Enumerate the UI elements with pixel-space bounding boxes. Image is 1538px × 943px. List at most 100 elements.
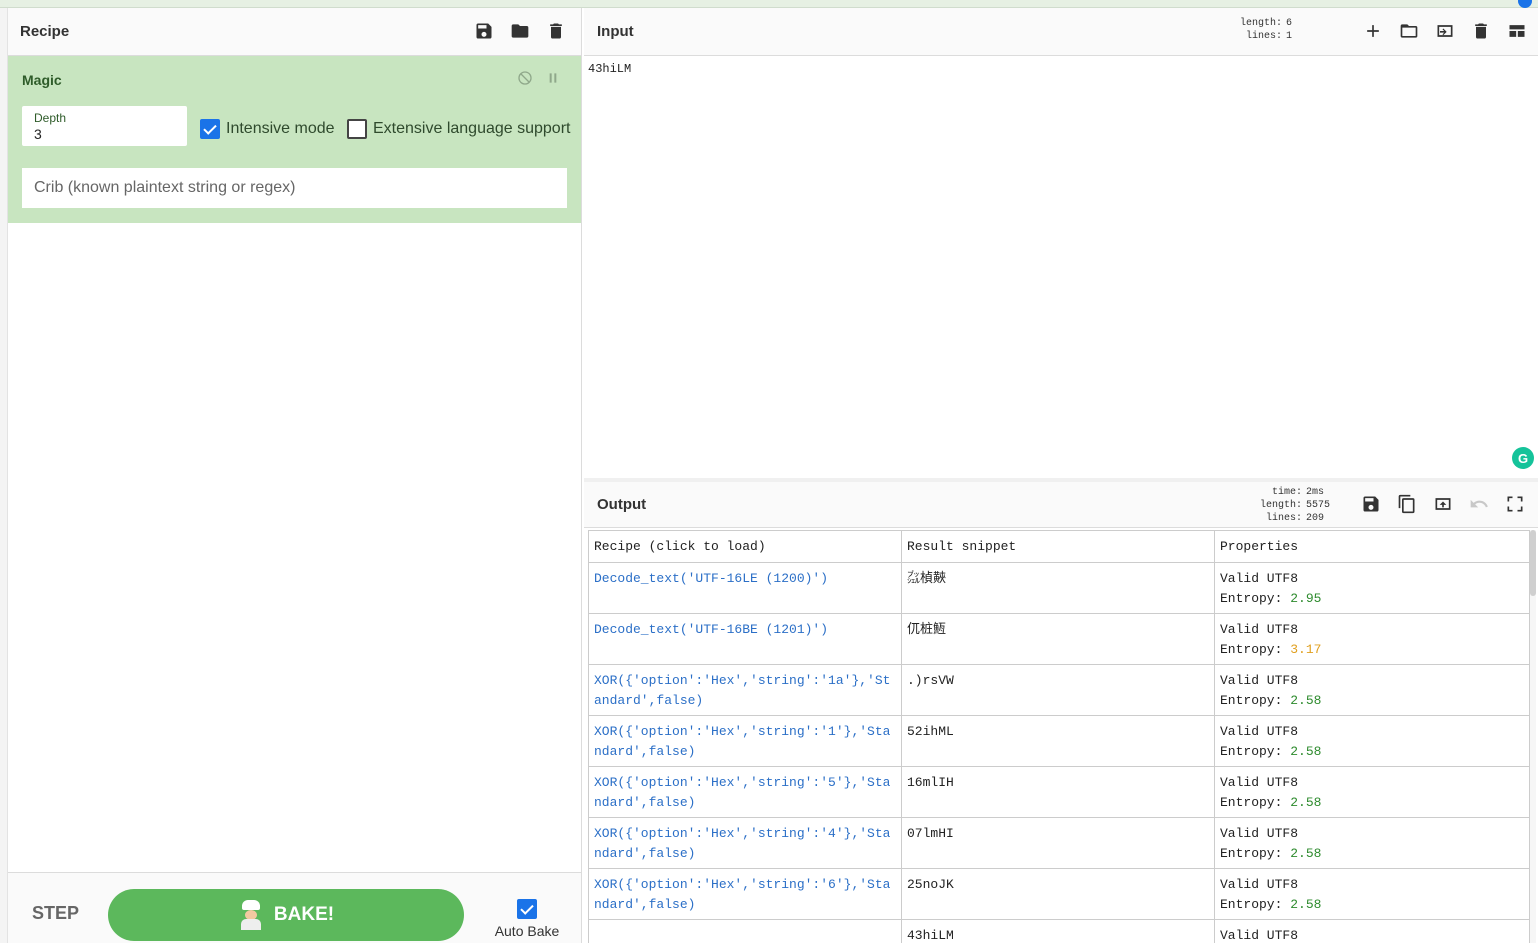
entropy-line: Entropy: 2.58 (1220, 895, 1524, 915)
bake-label: BAKE! (273, 904, 335, 925)
recipe-link[interactable]: XOR({'option':'Hex','string':'4'},'Stand… (594, 826, 890, 861)
undo-icon[interactable] (1468, 493, 1490, 515)
snippet-cell: 㐳桩䱍 (901, 613, 1215, 665)
input-stats: length: 6 lines: 1 (1240, 17, 1314, 43)
properties-cell: Valid UTF8 Entropy: 2.58 (1214, 715, 1530, 767)
operation-title: Magic (22, 72, 62, 88)
intensive-mode-checkbox[interactable]: Intensive mode (200, 119, 335, 139)
intensive-mode-label: Intensive mode (226, 120, 335, 137)
valid-utf8: Valid UTF8 (1220, 877, 1299, 892)
intensive-mode-check[interactable] (200, 119, 220, 139)
auto-bake-check[interactable] (517, 899, 537, 919)
grammarly-icon[interactable]: G (1512, 447, 1534, 469)
properties-cell: Valid UTF8 Entropy: 2.58 (1214, 817, 1530, 869)
recipe-link[interactable]: XOR({'option':'Hex','string':'1a'},'Stan… (594, 673, 890, 708)
trash-icon[interactable] (1470, 20, 1492, 42)
depth-field[interactable]: Depth 3 (22, 106, 187, 146)
properties-cell: Valid UTF8 Entropy: 2.58 (1214, 868, 1530, 920)
column-header-recipe: Recipe (click to load) (588, 530, 902, 563)
length-value: 5575 (1306, 500, 1331, 511)
depth-value[interactable]: 3 (34, 126, 42, 142)
plus-icon[interactable] (1362, 20, 1384, 42)
auto-bake-toggle[interactable]: Auto Bake (494, 899, 560, 939)
recipe-link[interactable]: XOR({'option':'Hex','string':'6'},'Stand… (594, 877, 890, 912)
output-stats: time: 2ms length: 5575 lines: 209 (1260, 486, 1334, 525)
entropy-label: Entropy: (1220, 897, 1291, 912)
snippet-cell: ㌴楨䵌 (901, 562, 1215, 614)
entropy-label: Entropy: (1220, 591, 1291, 606)
recipe-link[interactable]: XOR({'option':'Hex','string':'1'},'Stand… (594, 724, 890, 759)
folder-icon[interactable] (509, 20, 531, 42)
recipe-cell: XOR({'option':'Hex','string':'4'},'Stand… (588, 817, 902, 869)
valid-utf8: Valid UTF8 (1220, 775, 1299, 790)
extensive-language-label: Extensive language support (373, 120, 571, 137)
entropy-value: 3.17 (1290, 642, 1322, 657)
recipe-cell: Decode_text('UTF-16BE (1201)') (588, 613, 902, 665)
recipe-cell: XOR({'option':'Hex','string':'6'},'Stand… (588, 868, 902, 920)
entropy-value: 2.58 (1290, 693, 1322, 708)
length-label: length: (1239, 18, 1282, 29)
properties-cell: Valid UTF8 Entropy: 2.95 (1214, 562, 1530, 614)
table-row: XOR({'option':'Hex','string':'6'},'Stand… (588, 868, 1530, 920)
table-row: Decode_text('UTF-16LE (1200)') ㌴楨䵌 Valid U… (588, 562, 1530, 614)
info-icon[interactable] (1518, 0, 1532, 8)
import-icon[interactable] (1434, 20, 1456, 42)
lines-label: lines: (1245, 31, 1282, 42)
snippet-cell: 43hiLM (901, 919, 1215, 943)
valid-utf8: Valid UTF8 (1220, 928, 1299, 943)
extensive-language-checkbox[interactable]: Extensive language support (347, 119, 570, 139)
entropy-value: 2.58 (1290, 897, 1322, 912)
recipe-link[interactable]: Decode_text('UTF-16BE (1201)') (594, 622, 828, 637)
entropy-line: Entropy: 3.17 (1220, 640, 1524, 660)
output-panel: Output time: 2ms length: 5575 lines: 209 (584, 482, 1538, 943)
extensive-language-check[interactable] (347, 119, 367, 139)
time-label: time: (1271, 487, 1302, 498)
output-scroll-thumb[interactable] (1530, 530, 1536, 596)
recipe-cell (588, 919, 902, 943)
trash-icon[interactable] (545, 20, 567, 42)
entropy-label: Entropy: (1220, 642, 1291, 657)
table-row: XOR({'option':'Hex','string':'1'},'Stand… (588, 715, 1530, 767)
output-header: Output time: 2ms length: 5575 lines: 209 (584, 482, 1538, 528)
bake-button[interactable]: BAKE! (108, 889, 464, 941)
entropy-label: Entropy: (1220, 744, 1291, 759)
layout-icon[interactable] (1506, 20, 1528, 42)
valid-utf8: Valid UTF8 (1220, 673, 1299, 688)
pause-icon[interactable] (545, 70, 561, 91)
top-strip (0, 0, 1538, 8)
recipe-link[interactable]: XOR({'option':'Hex','string':'5'},'Stand… (594, 775, 890, 810)
recipe-header: Recipe (8, 8, 581, 56)
table-row: Decode_text('UTF-16BE (1201)') 㐳桩䱍 Valid U… (588, 613, 1530, 665)
recipe-cell: XOR({'option':'Hex','string':'1'},'Stand… (588, 715, 902, 767)
crib-input[interactable] (22, 168, 567, 208)
save-icon[interactable] (473, 20, 495, 42)
entropy-line: Entropy: 2.95 (1220, 589, 1524, 609)
recipe-link[interactable]: Decode_text('UTF-16LE (1200)') (594, 571, 828, 586)
table-header-row: Recipe (click to load) Result snippet Pr… (588, 530, 1530, 563)
entropy-value: 2.58 (1290, 744, 1322, 759)
lines-value: 209 (1306, 513, 1325, 524)
operations-gutter (0, 8, 8, 943)
entropy-value: 2.58 (1290, 846, 1322, 861)
disable-icon[interactable] (517, 70, 533, 91)
length-value: 6 (1286, 18, 1293, 29)
copy-icon[interactable] (1396, 493, 1418, 515)
chef-icon (238, 900, 264, 930)
input-textarea[interactable]: 43hiLM (588, 62, 631, 76)
input-header: Input length: 6 lines: 1 (584, 8, 1538, 56)
save-icon[interactable] (1360, 493, 1382, 515)
output-title: Output (597, 496, 647, 513)
auto-bake-label: Auto Bake (494, 923, 560, 939)
step-button[interactable]: STEP (32, 903, 79, 924)
table-row: XOR({'option':'Hex','string':'5'},'Stand… (588, 766, 1530, 818)
time-value: 2ms (1306, 487, 1325, 498)
maximize-icon[interactable] (1504, 493, 1526, 515)
table-row: XOR({'option':'Hex','string':'4'},'Stand… (588, 817, 1530, 869)
snippet-cell: 52ihML (901, 715, 1215, 767)
folder-icon[interactable] (1398, 20, 1420, 42)
magic-operation: Magic Depth 3 Intensive mode Extensive l… (8, 56, 581, 223)
valid-utf8: Valid UTF8 (1220, 826, 1299, 841)
input-panel: Input length: 6 lines: 1 43hiLM G (584, 8, 1538, 478)
upload-icon[interactable] (1432, 493, 1454, 515)
recipe-title: Recipe (20, 23, 70, 40)
